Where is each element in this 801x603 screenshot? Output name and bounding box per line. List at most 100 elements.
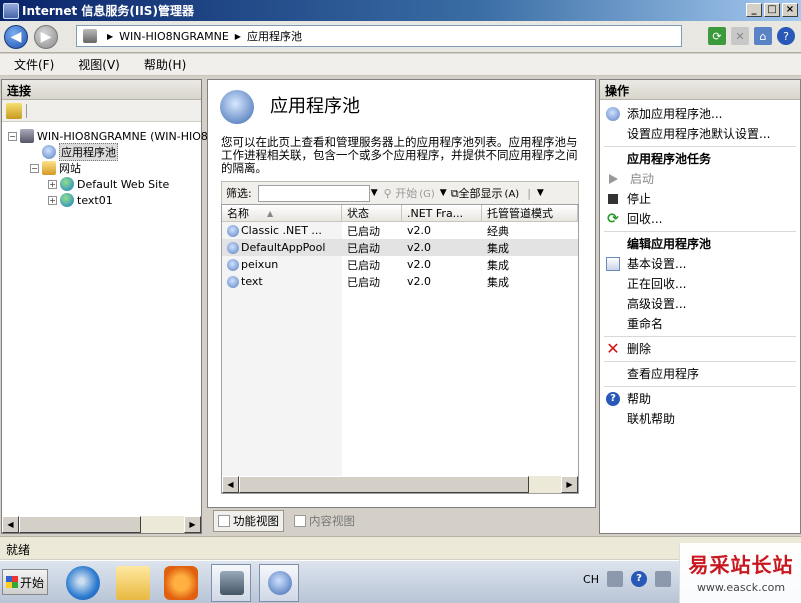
back-button[interactable]: ◀ [4, 25, 28, 49]
tree-item-site[interactable]: + Default Web Site [48, 176, 169, 192]
server-icon [20, 129, 34, 143]
go-button[interactable]: ⚲ 开始 (G) [384, 185, 435, 201]
show-all-button[interactable]: ⧉全部显示 (A) [451, 185, 520, 201]
taskbar-iis-manager[interactable] [259, 564, 299, 602]
chevron-down-icon[interactable]: ▼ [440, 188, 447, 198]
start-button[interactable]: 开始 [2, 569, 48, 595]
scroll-left-icon[interactable]: ◀ [222, 476, 239, 493]
table-row[interactable]: Classic .NET ... 已启动 v2.0 经典 [222, 222, 578, 239]
scroll-right-icon[interactable]: ▶ [561, 476, 578, 493]
keyboard-icon[interactable] [607, 571, 623, 587]
watermark-url: www.easck.com [696, 581, 786, 594]
play-icon [609, 173, 618, 184]
filter-input[interactable] [257, 184, 370, 202]
tab-features-view[interactable]: 功能视图 [213, 510, 284, 532]
help-icon[interactable]: ? [777, 27, 795, 45]
help-icon[interactable]: ? [631, 571, 647, 587]
address-bar: ◀ ▶ ▶ WIN-HIO8NGRAMNE ▶ 应用程序池 ⟳ ✕ ⌂ ? [0, 21, 801, 53]
overflow-icon[interactable]: ▼ [537, 188, 544, 198]
minimize-button[interactable]: _ [746, 3, 762, 17]
language-indicator[interactable]: CH [583, 573, 599, 586]
menu-view[interactable]: 视图(V) [64, 56, 130, 73]
sites-folder-icon [42, 161, 56, 175]
go-label: 开始 [395, 187, 418, 200]
forward-button[interactable]: ▶ [34, 25, 58, 49]
expand-icon[interactable]: + [48, 195, 57, 205]
action-view-apps[interactable]: 查看应用程序 [606, 365, 699, 382]
show-all-key: (A) [504, 189, 520, 200]
table-row[interactable]: peixun 已启动 v2.0 集成 [222, 256, 578, 273]
recycle-icon: ⟳ [607, 210, 619, 227]
chevron-right-icon: ▶ [234, 31, 241, 41]
table-row[interactable]: text 已启动 v2.0 集成 [222, 273, 578, 290]
collapse-icon[interactable]: − [8, 131, 17, 141]
site-watermark: 易采站长站 www.easck.com [679, 543, 801, 603]
breadcrumb-server[interactable]: WIN-HIO8NGRAMNE [119, 30, 229, 43]
page-title: 应用程序池 [270, 96, 360, 117]
tree-item-app-pools[interactable]: 应用程序池 [42, 143, 118, 161]
show-all-icon: ⧉ [450, 187, 459, 200]
maximize-button[interactable]: □ [764, 3, 780, 17]
app-pool-icon [227, 275, 239, 288]
help-icon: ? [606, 391, 620, 406]
action-stop[interactable]: 停止 [606, 190, 651, 207]
action-start[interactable]: 启动 [606, 170, 654, 187]
refresh-icon[interactable]: ⟳ [708, 27, 726, 45]
close-button[interactable]: × [782, 3, 798, 17]
app-pool-icon [227, 258, 239, 271]
stop-icon[interactable]: ✕ [731, 27, 749, 45]
column-header-net[interactable]: .NET Fra... [402, 205, 482, 221]
taskbar-server-manager[interactable] [211, 564, 251, 602]
status-text: 就绪 [6, 543, 31, 557]
tree-item-sites[interactable]: − 网站 [30, 160, 81, 176]
action-basic-settings[interactable]: 基本设置... [606, 255, 686, 272]
stop-icon [608, 193, 618, 204]
collapse-icon[interactable]: − [30, 163, 39, 173]
page-description: 您可以在此页上查看和管理服务器上的应用程序池列表。应用程序池与工作进程相关联，包… [221, 135, 578, 175]
chevron-down-icon[interactable]: ▼ [371, 188, 378, 198]
windows-flag-icon [6, 576, 18, 588]
action-set-defaults[interactable]: 设置应用程序池默认设置... [606, 125, 770, 142]
menu-help[interactable]: 帮助(H) [130, 56, 196, 73]
column-header-mode[interactable]: 托管管道模式 [482, 205, 578, 221]
toolbar-divider [26, 103, 27, 118]
internet-explorer-icon[interactable] [66, 566, 100, 600]
action-recycle[interactable]: ⟳ 回收... [606, 210, 662, 227]
horizontal-scrollbar[interactable]: ◀ ▶ [222, 476, 578, 493]
action-help[interactable]: ? 帮助 [606, 390, 651, 407]
scroll-thumb[interactable] [19, 516, 141, 533]
show-all-label: 全部显示 [458, 187, 503, 200]
network-icon[interactable] [655, 571, 671, 587]
breadcrumb-page[interactable]: 应用程序池 [247, 28, 302, 44]
filter-label: 筛选: [226, 187, 252, 200]
table-row[interactable]: DefaultAppPool 已启动 v2.0 集成 [222, 239, 578, 256]
column-header-name[interactable]: 名称 ▲ [222, 205, 342, 221]
tab-content-view[interactable]: 内容视图 [290, 510, 359, 532]
tree-item-site[interactable]: + text01 [48, 192, 113, 208]
scroll-thumb[interactable] [239, 476, 529, 493]
connect-icon[interactable] [6, 102, 22, 119]
media-player-icon[interactable] [164, 566, 198, 600]
expand-icon[interactable]: + [48, 179, 57, 189]
scroll-left-icon[interactable]: ◀ [2, 516, 19, 533]
action-advanced-settings[interactable]: 高级设置... [606, 295, 686, 312]
watermark-title: 易采站长站 [688, 553, 794, 577]
home-icon[interactable]: ⌂ [754, 27, 772, 45]
horizontal-scrollbar[interactable]: ◀ ▶ [2, 516, 201, 533]
explorer-folder-icon[interactable] [116, 566, 150, 600]
column-header-status[interactable]: 状态 [342, 205, 402, 221]
action-rename[interactable]: 重命名 [606, 315, 663, 332]
scroll-right-icon[interactable]: ▶ [184, 516, 201, 533]
menu-file[interactable]: 文件(F) [0, 56, 64, 73]
add-pool-icon [606, 106, 620, 121]
action-add-pool[interactable]: 添加应用程序池... [606, 105, 722, 122]
action-online-help[interactable]: 联机帮助 [606, 410, 675, 427]
tree-item-server[interactable]: − WIN-HIO8NGRAMNE (WIN-HIO8N [8, 128, 216, 144]
group-pool-tasks: 应用程序池任务 [627, 152, 712, 166]
table-header: 名称 ▲ 状态 .NET Fra... 托管管道模式 [222, 205, 578, 222]
action-recycling[interactable]: 正在回收... [606, 275, 686, 292]
breadcrumb[interactable]: ▶ WIN-HIO8NGRAMNE ▶ 应用程序池 [76, 25, 682, 47]
action-delete[interactable]: ✕ 删除 [606, 340, 651, 357]
menu-bar: 文件(F) 视图(V) 帮助(H) [0, 54, 801, 76]
features-view-icon [218, 515, 230, 527]
